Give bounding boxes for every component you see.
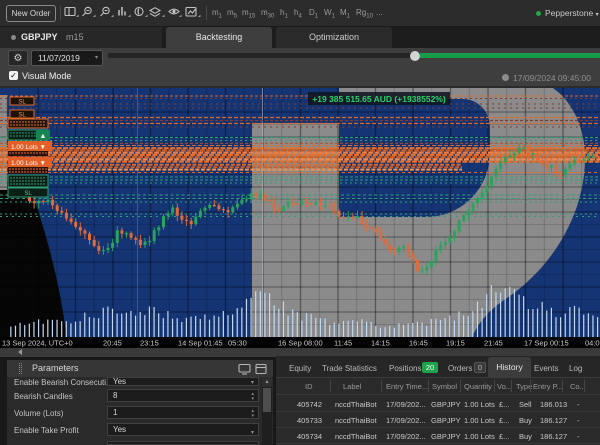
- svg-text:11:45: 11:45: [334, 339, 352, 348]
- svg-text:SL: SL: [18, 113, 26, 119]
- svg-text:14 Sep 01:45: 14 Sep 01:45: [178, 339, 223, 348]
- svg-text:21:45: 21:45: [484, 339, 503, 348]
- svg-text:05:30: 05:30: [228, 339, 247, 348]
- svg-text:14:15: 14:15: [371, 339, 390, 348]
- svg-text:16 Sep 08:00: 16 Sep 08:00: [278, 339, 323, 348]
- svg-text:23:15: 23:15: [140, 339, 159, 348]
- svg-text:SL: SL: [18, 100, 26, 106]
- svg-text:20:45: 20:45: [103, 339, 122, 348]
- svg-text:SL: SL: [24, 191, 32, 197]
- svg-text:19:15: 19:15: [446, 339, 465, 348]
- svg-text:13 Sep 2024, UTC+0: 13 Sep 2024, UTC+0: [2, 339, 73, 348]
- svg-text:▲: ▲: [40, 133, 47, 140]
- svg-text:+19 385 515.65 AUD (+1938552%): +19 385 515.65 AUD (+1938552%): [312, 94, 446, 104]
- svg-text:04:0: 04:0: [585, 339, 600, 348]
- svg-text:1.00 Lots ▼: 1.00 Lots ▼: [11, 160, 46, 167]
- svg-text:1.00 Lots ▼: 1.00 Lots ▼: [11, 144, 46, 151]
- svg-text:17 Sep 00:15: 17 Sep 00:15: [524, 339, 569, 348]
- svg-text:16:45: 16:45: [409, 339, 428, 348]
